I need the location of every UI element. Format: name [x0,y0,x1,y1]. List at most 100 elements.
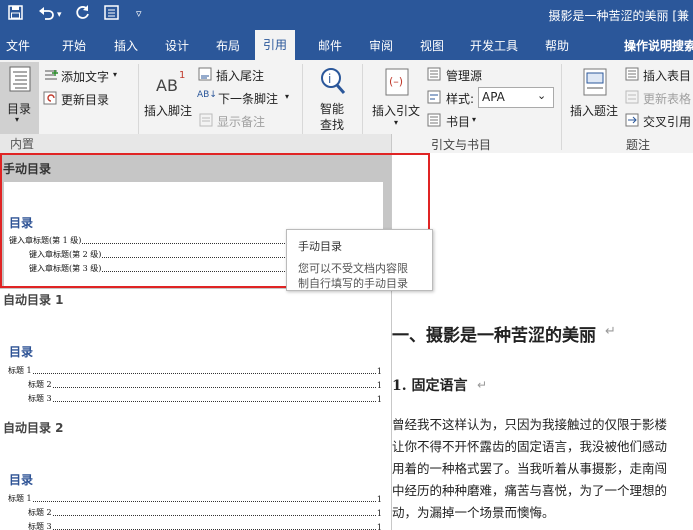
chevron-down-icon: ⌄ [537,89,547,102]
paragraph-mark-icon: ↵ [605,324,616,339]
manage-sources-icon [427,67,441,84]
table-of-contents-icon [9,66,31,95]
gallery-item-title: 自动目录 2 [3,421,64,435]
cross-reference-icon [625,113,639,130]
document-paragraph-line: 中经历的种种磨难，痛苦与喜悦，为了一个理想的 [392,483,668,498]
document-paragraph-line: 曾经我不这样认为，只因为我接触过的仅限于影楼 [392,417,668,432]
document-heading-1: 一、摄影是一种苦涩的美丽 [392,326,596,346]
toc-line-page: 1 [376,395,382,404]
insert-table-of-figures-button[interactable]: 插入表目 [643,67,691,84]
group-label-captions: 题注 [626,138,651,152]
form-icon[interactable] [104,5,119,24]
magnifier-icon: i [319,66,347,99]
chevron-down-icon: ▾ [15,115,20,124]
tab-help[interactable]: 帮助 [545,37,569,54]
table-of-figures-icon [625,67,639,84]
next-footnote-button[interactable]: 下一条脚注 [218,90,278,107]
document-title: 摄影是一种苦涩的美丽 [兼 [548,9,690,23]
manage-sources-button[interactable]: 管理源 [446,67,482,84]
gallery-item-title: 自动目录 1 [3,293,64,307]
toc-line-text: 标题 3 [28,394,52,403]
update-table-button[interactable]: 更新表格 [643,90,691,107]
insert-caption-label: 插入题注 [570,104,619,118]
paragraph-mark-icon: ↵ [477,378,488,392]
toc-line-page: 1 [376,523,382,530]
insert-caption-button[interactable]: 插入题注 [566,64,622,134]
add-text-dropdown-icon[interactable]: ▾ [113,70,117,79]
style-label: 样式: [446,92,475,106]
next-footnote-dropdown-icon[interactable]: ▾ [285,92,289,101]
tab-references[interactable]: 引用 [255,30,296,60]
svg-text:i: i [328,72,331,86]
toc-line-page: 1 [376,495,382,504]
toc-preview-line: 标题 2 1 [28,507,382,518]
bibliography-dropdown-icon[interactable]: ▾ [472,115,476,124]
tab-developer[interactable]: 开发工具 [470,37,518,54]
toc-preview-line: 标题 1 1 [8,493,382,504]
toc-line-text: 标题 2 [28,380,52,389]
gallery-section-header: 内置 [0,134,391,154]
document-page[interactable]: 一、摄影是一种苦涩的美丽 ↵ 1. 固定语言 ↵ 曾经我不这样认为，只因为我接触… [392,153,693,530]
tab-home[interactable]: 开始 [62,37,86,54]
citation-style-value: APA [482,90,505,104]
style-icon [427,90,441,107]
caption-icon [583,68,607,99]
toc-preview-line: 标题 3 1 [28,521,382,530]
citation-icon: (–) [385,68,409,99]
tell-me-search[interactable]: 操作说明搜索 [624,37,693,54]
toc-line-text: 标题 3 [28,522,52,530]
tab-insert[interactable]: 插入 [114,37,138,54]
toc-line-page: 1 [376,509,382,518]
toc-line-text: 标题 2 [28,508,52,517]
tab-layout[interactable]: 布局 [216,37,240,54]
group-label-citations: 引文与书目 [431,138,492,152]
citation-style-dropdown[interactable]: APA ⌄ [478,87,554,108]
tab-view[interactable]: 视图 [420,37,444,54]
undo-icon[interactable] [38,5,56,24]
gallery-item-auto-toc-1[interactable]: 自动目录 1 目录 标题 1 1 标题 2 1 标题 3 1 [0,289,391,417]
show-notes-icon [199,113,213,130]
insert-endnote-icon [198,67,212,84]
smart-lookup-label-line2: 查找 [320,118,345,132]
toc-button[interactable]: 目录 ▾ [0,62,39,134]
bibliography-button[interactable]: 书目 [446,113,470,130]
document-heading-2: 1. 固定语言 [392,378,468,394]
insert-citation-label: 插入引文 [372,104,421,118]
update-toc-button[interactable]: 更新目录 [61,91,109,108]
update-toc-icon [43,91,59,108]
redo-icon[interactable] [75,5,90,24]
tooltip-text-line: 您可以不受文档内容限 [298,262,408,275]
ribbon-tab-bar: 文件 开始 插入 设计 布局 引用 邮件 审阅 视图 开发工具 帮助 操作说明搜… [0,30,693,82]
tab-mailings[interactable]: 邮件 [318,37,342,54]
save-icon[interactable] [8,5,23,24]
tooltip-title: 手动目录 [298,240,342,253]
smart-lookup-button[interactable]: i 智能 查找 [310,64,356,134]
toc-line-text: 标题 1 [8,366,32,375]
insert-citation-button[interactable]: (–) 插入引文 ▾ [368,64,424,134]
toc-line-page: 1 [376,381,382,390]
tab-design[interactable]: 设计 [165,37,189,54]
divider [561,64,562,150]
add-text-button[interactable]: 添加文字 [61,68,109,85]
tooltip: 手动目录 您可以不受文档内容限 制自行填写的手动目录 [286,229,433,291]
cross-reference-button[interactable]: 交叉引用 [643,113,691,130]
toc-preview-line: 标题 3 1 [28,393,382,404]
footnote-ab-icon: AB [156,76,178,95]
insert-footnote-button[interactable]: AB 1 插入脚注 [142,64,196,128]
gallery-item-auto-toc-2[interactable]: 自动目录 2 目录 标题 1 1 标题 2 1 标题 3 1 [0,417,391,530]
add-text-icon [43,68,59,85]
document-paragraph-line: 让你不得不开怀露齿的固定语言，我没被他们感动 [392,439,668,454]
toc-preview-heading: 目录 [9,473,34,487]
toc-line-text: 标题 1 [8,494,32,503]
smart-lookup-label-line1: 智能 [320,102,345,116]
insert-endnote-button[interactable]: 插入尾注 [216,67,264,84]
toc-preview-heading: 目录 [9,345,34,359]
tooltip-text-line: 制自行填写的手动目录 [298,277,408,290]
show-notes-button[interactable]: 显示备注 [217,113,265,130]
tab-file[interactable]: 文件 [6,37,30,54]
tab-review[interactable]: 审阅 [369,37,393,54]
customize-toolbar-icon[interactable]: ▿ [136,7,142,20]
footnote-superscript-icon: 1 [179,70,186,81]
title-bar: ▾ ▿ 摄影是一种苦涩的美丽 [兼 [0,0,693,30]
undo-dropdown-icon[interactable]: ▾ [57,10,62,20]
